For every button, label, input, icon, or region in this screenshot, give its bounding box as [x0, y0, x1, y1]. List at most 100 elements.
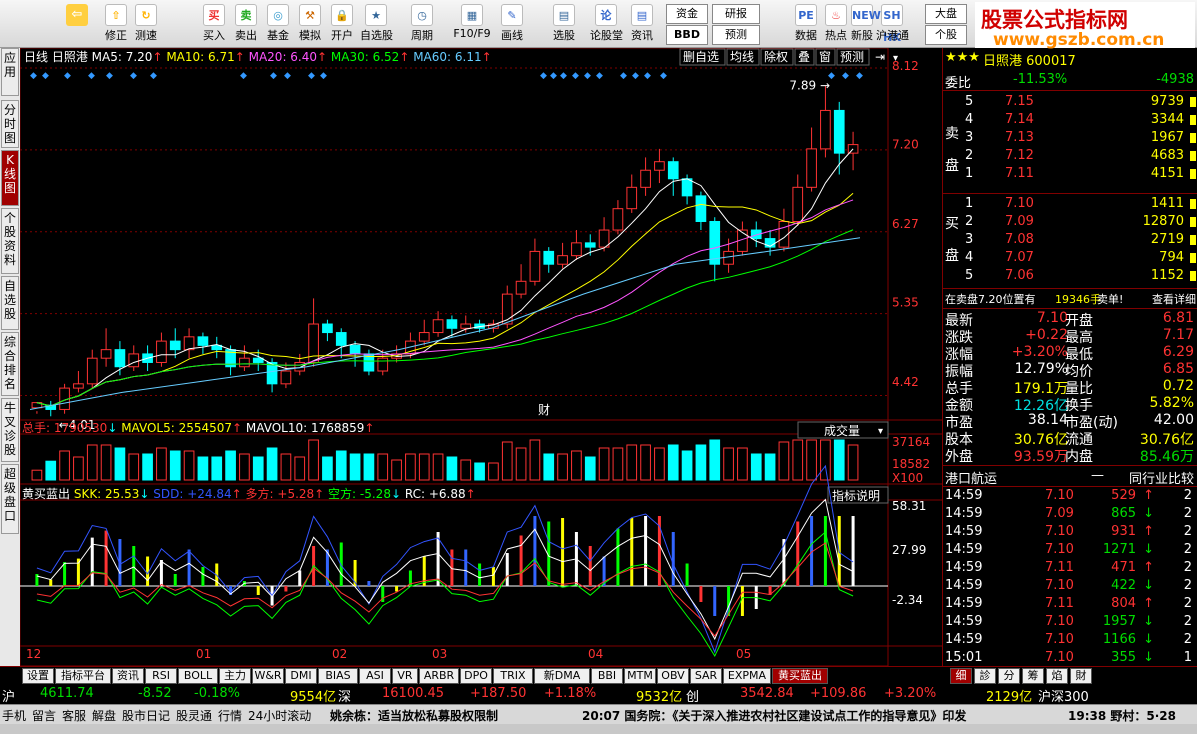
quote-row: 14:59 7.10 931 ↑ 2: [943, 524, 1197, 541]
market-dropdown[interactable]: 大盘: [925, 4, 967, 24]
kline-chart-area[interactable]: 日线 日照港 MA5: 7.20↑ MA10: 6.71↑ MA20: 6.40…: [19, 47, 942, 667]
signal-diamond-icon: ◆: [842, 71, 849, 81]
toolbar-button-11[interactable]: ▤ 选股: [548, 2, 580, 46]
left-tab-6[interactable]: 牛叉诊股: [1, 398, 19, 462]
candle-body: [806, 148, 817, 188]
indicator-tab-10[interactable]: VR: [392, 668, 418, 684]
indicator-tab-14[interactable]: 新DMA: [534, 668, 590, 684]
quote-tab-1[interactable]: 診: [974, 668, 996, 684]
indicator-bar: [63, 562, 67, 586]
candle-body: [820, 109, 831, 150]
news-ticker-3[interactable]: 19:38 野村：5·28: [1068, 707, 1176, 724]
quote-tab-4[interactable]: 焰: [1046, 668, 1068, 684]
indicator-tab-16[interactable]: MTM: [624, 668, 656, 684]
tick-down-arrow-icon: ↓: [1143, 542, 1154, 557]
indicator-tab-4[interactable]: BOLL: [178, 668, 218, 684]
indicator-tab-1[interactable]: 指标平台: [55, 668, 111, 684]
quote-row: 5 7.06 1152: [943, 268, 1197, 285]
ma-label-MA5: MA5: 7.20: [92, 50, 153, 64]
news-ticker-2[interactable]: 20:07 国务院：《关于深入推进农村社区建设试点工作的指导意见》印发: [582, 707, 966, 724]
indicator-tab-0[interactable]: 设置: [22, 668, 54, 684]
quote-tab-5[interactable]: 財: [1070, 668, 1092, 684]
status-item-7[interactable]: 24小时滚动: [248, 707, 311, 724]
news-ticker-1[interactable]: 姚余栋：适当放松私募股权限制: [330, 707, 498, 724]
indicator-tab-7[interactable]: DMI: [285, 668, 317, 684]
left-tab-5[interactable]: 综合排名: [1, 332, 19, 396]
candle-body: [73, 383, 84, 389]
tick-price: 7.11: [1045, 560, 1074, 575]
stock-dropdown[interactable]: 个股: [925, 25, 967, 45]
indicator-bar: [395, 586, 399, 592]
volume-bar: [723, 447, 734, 481]
toolbar-button-0[interactable]: ⇧ 修正: [100, 2, 132, 46]
indicator-tab-18[interactable]: SAR: [690, 668, 722, 684]
toolbar-button-5[interactable]: ⚒ 模拟: [294, 2, 326, 46]
left-tab-4[interactable]: 自选股: [1, 276, 19, 330]
toolbar-button-13[interactable]: ▤ 资讯: [626, 2, 658, 46]
left-tab-0[interactable]: 应用: [1, 48, 19, 96]
finance-marker[interactable]: 财: [538, 403, 550, 417]
bbd-button[interactable]: BBD: [666, 25, 708, 45]
status-item-6[interactable]: 行情: [218, 707, 242, 724]
candle-body: [197, 336, 209, 346]
indicator-tab-9[interactable]: ASI: [359, 668, 391, 684]
status-item-2[interactable]: 客服: [62, 707, 86, 724]
indicator-tab-15[interactable]: BBI: [591, 668, 623, 684]
predict-button[interactable]: 预测: [712, 25, 760, 45]
chart-nav-icon[interactable]: ⇥: [875, 50, 885, 64]
tick-down-arrow-icon: ↓: [1143, 578, 1154, 593]
volume-bar: [792, 439, 804, 481]
kline-chart-svg[interactable]: 日线 日照港 MA5: 7.20↑ MA10: 6.71↑ MA20: 6.40…: [19, 47, 942, 667]
volume-bar: [695, 444, 707, 481]
toolbar-button-7[interactable]: ★ 自选股: [360, 2, 393, 46]
signal-diamond-icon: ◆: [42, 71, 49, 81]
indicator-tab-13[interactable]: TRIX: [493, 668, 533, 684]
toolbar-button-2[interactable]: 买买入: [198, 2, 230, 46]
status-item-0[interactable]: 手机: [2, 707, 26, 724]
toolbar-button-3[interactable]: 卖卖出: [230, 2, 262, 46]
toolbar-button-6[interactable]: 🔒 开户: [326, 2, 358, 46]
toolbar-button-12[interactable]: 论论股堂: [590, 2, 623, 46]
indicator-tab-12[interactable]: DPO: [460, 668, 492, 684]
volume-bar: [183, 450, 195, 481]
level-marker-icon: [1190, 217, 1196, 227]
quote-tab-2[interactable]: 分: [998, 668, 1020, 684]
indicator-tab-2[interactable]: 资讯: [112, 668, 144, 684]
ma-arrow-icon: ↑: [482, 50, 492, 64]
toolbar-button-label: 资讯: [631, 29, 653, 42]
indicator-tab-17[interactable]: OBV: [657, 668, 689, 684]
toolbar-button-14[interactable]: PE 数据: [790, 2, 822, 46]
indicator-tab-11[interactable]: ARBR: [419, 668, 459, 684]
left-tab-3[interactable]: 个股资料: [1, 208, 19, 274]
back-button[interactable]: ⇦: [62, 2, 92, 46]
toolbar-button-8[interactable]: ◷ 周期: [406, 2, 438, 46]
fund-flow-dropdown[interactable]: 资金: [666, 4, 708, 24]
indicator-tab-6[interactable]: W&R: [252, 668, 284, 684]
indicator-bar: [505, 553, 509, 586]
toolbar-button-4[interactable]: ◎ 基金: [262, 2, 294, 46]
toolbar-button-9[interactable]: ▦ F10/F9: [450, 2, 494, 46]
left-tab-2[interactable]: K线图: [1, 150, 19, 206]
left-tab-1[interactable]: 分时图: [1, 100, 19, 148]
month-label: 05: [736, 647, 751, 661]
status-item-4[interactable]: 股市日记: [122, 707, 170, 724]
rc-label: RC: +6.88: [405, 487, 466, 501]
indicator-tab-8[interactable]: BIAS: [318, 668, 358, 684]
toolbar-button-17[interactable]: SH HK 沪港通: [876, 2, 909, 46]
toolbar-button-16[interactable]: NEW 新股: [846, 2, 881, 46]
research-button[interactable]: 研报: [712, 4, 760, 24]
status-item-5[interactable]: 股灵通: [176, 707, 212, 724]
left-tab-7[interactable]: 超级盘口: [1, 464, 19, 534]
quote-tab-0[interactable]: 细: [950, 668, 972, 684]
indicator-tab-5[interactable]: 主力: [219, 668, 251, 684]
quote-row: 涨幅 +3.20% 最低 6.29: [943, 344, 1197, 363]
indicator-tab-3[interactable]: RSI: [145, 668, 177, 684]
quote-tab-3[interactable]: 筹: [1022, 668, 1044, 684]
indicator-tab-19[interactable]: EXPMA: [723, 668, 771, 684]
status-item-1[interactable]: 留言: [32, 707, 56, 724]
toolbar-button-1[interactable]: ↻ 测速: [130, 2, 162, 46]
toolbar-button-10[interactable]: ✎ 画线: [496, 2, 528, 46]
status-item-3[interactable]: 解盘: [92, 707, 116, 724]
industry-compare-button[interactable]: 同行业比较: [1129, 468, 1194, 487]
indicator-tab-20[interactable]: 黄买蓝出: [772, 668, 828, 684]
